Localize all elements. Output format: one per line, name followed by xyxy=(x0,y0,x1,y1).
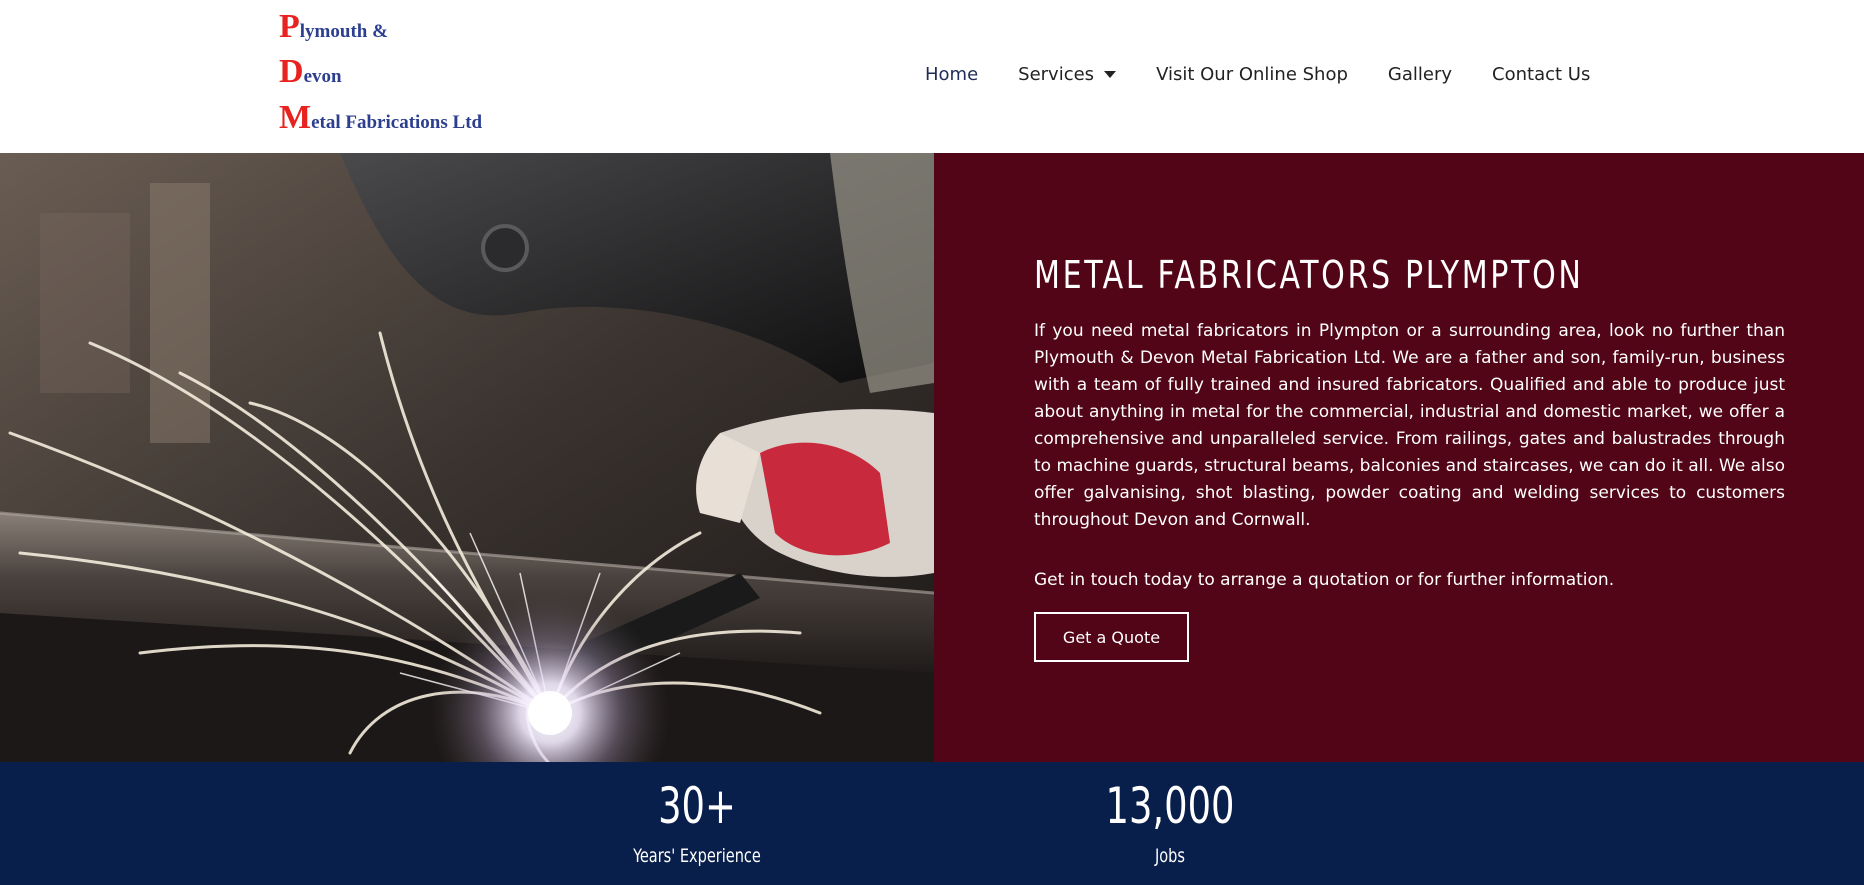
logo-text-devon: evon xyxy=(303,66,342,87)
caret-down-icon xyxy=(1104,70,1117,78)
nav-online-shop-label: Visit Our Online Shop xyxy=(1156,63,1348,85)
logo-text-metal-fabrications: etal Fabrications Ltd xyxy=(311,112,483,133)
stat-years-value: 30+ xyxy=(658,777,736,835)
nav-home-label: Home xyxy=(925,63,979,85)
logo-text-plymouth: lymouth & xyxy=(299,21,388,42)
main-nav: Home Services Visit Our Online Shop Gall… xyxy=(925,58,1590,90)
stat-years-experience: 30+ Years' Experience xyxy=(597,762,797,868)
stat-jobs-value: 13,000 xyxy=(1105,777,1235,835)
stat-jobs: 13,000 Jobs xyxy=(1070,762,1270,868)
logo-line-1: Plymouth & xyxy=(279,10,388,44)
logo-line-2: Devon xyxy=(279,55,342,89)
stat-years-label: Years' Experience xyxy=(633,845,761,867)
stat-jobs-label: Jobs xyxy=(1155,845,1185,867)
welding-illustration xyxy=(0,153,934,762)
company-logo[interactable]: Plymouth & Devon Metal Fabrications Ltd xyxy=(279,8,529,138)
logo-line-3: Metal Fabrications Ltd xyxy=(279,101,482,135)
nav-contact[interactable]: Contact Us xyxy=(1492,64,1590,85)
stats-bar: 30+ Years' Experience 13,000 Jobs xyxy=(0,762,1864,885)
hero-title: METAL FABRICATORS PLYMPTON xyxy=(1034,253,1584,297)
hero-text-panel: METAL FABRICATORS PLYMPTON If you need m… xyxy=(934,153,1864,762)
welding-sparks-photo xyxy=(0,153,934,762)
hero-description: If you need metal fabricators in Plympto… xyxy=(1034,321,1785,530)
nav-gallery-label: Gallery xyxy=(1387,63,1453,85)
logo-capital-d: D xyxy=(279,53,304,90)
nav-services[interactable]: Services xyxy=(1018,63,1117,85)
logo-capital-m: M xyxy=(279,99,312,136)
get-a-quote-label: Get a Quote xyxy=(1062,627,1161,647)
site-header: Plymouth & Devon Metal Fabrications Ltd … xyxy=(0,0,1864,153)
nav-home[interactable]: Home xyxy=(925,64,978,85)
nav-gallery[interactable]: Gallery xyxy=(1388,64,1452,85)
hero-cta-text: Get in touch today to arrange a quotatio… xyxy=(1034,570,1615,590)
nav-services-label: Services xyxy=(1018,63,1095,85)
get-a-quote-button[interactable]: Get a Quote xyxy=(1034,612,1189,662)
nav-online-shop[interactable]: Visit Our Online Shop xyxy=(1156,64,1348,85)
logo-capital-p: P xyxy=(279,8,300,45)
nav-contact-label: Contact Us xyxy=(1492,63,1591,85)
